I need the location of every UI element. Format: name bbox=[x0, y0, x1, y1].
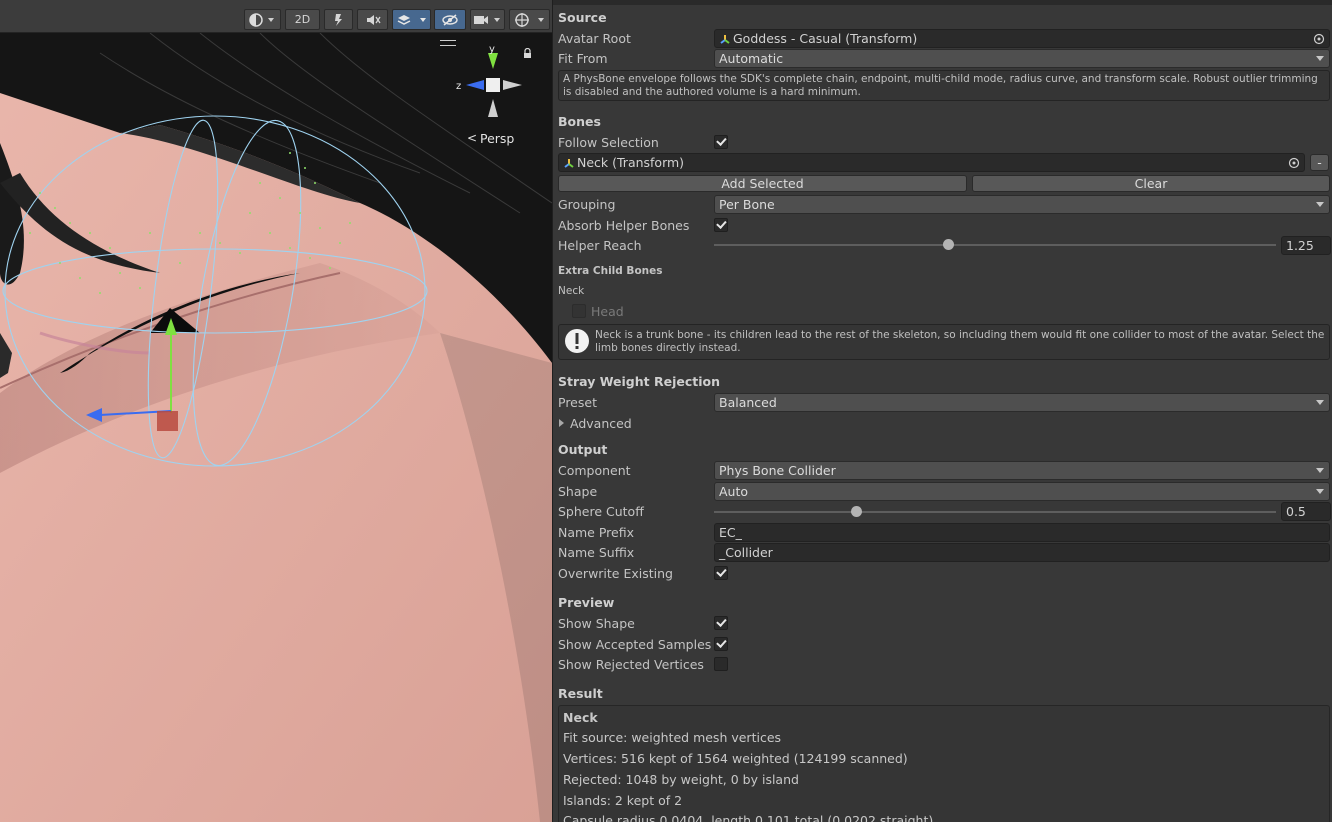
helper-reach-slider-thumb[interactable] bbox=[943, 239, 954, 250]
result-header: Result bbox=[558, 686, 603, 701]
camera-icon bbox=[473, 15, 500, 24]
helper-reach-slider[interactable] bbox=[714, 244, 1276, 246]
object-picker-icon[interactable] bbox=[1286, 155, 1302, 171]
lock-icon[interactable] bbox=[523, 48, 532, 59]
scene-viewport[interactable]: y z bbox=[0, 33, 552, 822]
orient-center-cube[interactable] bbox=[486, 78, 500, 92]
audio-toggle-button[interactable] bbox=[357, 9, 388, 30]
shape-label: Shape bbox=[558, 483, 598, 499]
transform-icon bbox=[719, 33, 731, 45]
sphere-cutoff-input[interactable]: 0.5 bbox=[1281, 502, 1331, 521]
show-rejected-checkbox[interactable] bbox=[714, 657, 728, 671]
chevron-down-icon bbox=[1316, 400, 1324, 405]
avatar-root-label: Avatar Root bbox=[558, 30, 631, 46]
gizmos-button[interactable] bbox=[509, 9, 550, 30]
preview-header: Preview bbox=[558, 595, 615, 610]
shading-mode-button[interactable] bbox=[244, 9, 281, 30]
show-rejected-label: Show Rejected Vertices bbox=[558, 656, 704, 672]
result-line: Rejected: 1048 by weight, 0 by island bbox=[563, 772, 799, 787]
result-title: Neck bbox=[563, 710, 598, 725]
sphere-cutoff-slider-thumb[interactable] bbox=[851, 506, 862, 517]
fit-from-dropdown[interactable]: Automatic bbox=[714, 49, 1330, 68]
output-header: Output bbox=[558, 442, 608, 457]
lighting-toggle-button[interactable] bbox=[324, 9, 353, 30]
layers-icon bbox=[397, 14, 426, 25]
extra-child-header: Extra Child Bones bbox=[558, 265, 663, 277]
show-shape-checkbox[interactable] bbox=[714, 616, 728, 630]
camera-settings-button[interactable] bbox=[470, 9, 505, 30]
chevron-down-icon bbox=[1316, 468, 1324, 473]
eye-slash-icon bbox=[442, 13, 458, 26]
add-selected-button[interactable]: Add Selected bbox=[558, 175, 967, 192]
gizmo-x-handle[interactable] bbox=[157, 411, 178, 431]
follow-selection-label: Follow Selection bbox=[558, 134, 659, 150]
extra-child-parent-label: Neck bbox=[558, 285, 585, 297]
overwrite-existing-checkbox[interactable] bbox=[714, 566, 728, 580]
preset-label: Preset bbox=[558, 394, 597, 410]
bone-list-item[interactable]: Neck (Transform) bbox=[558, 153, 1305, 172]
persp-arrow-icon: < bbox=[467, 131, 478, 145]
source-header: Source bbox=[558, 10, 607, 25]
component-dropdown[interactable]: Phys Bone Collider bbox=[714, 461, 1330, 480]
audio-muted-icon bbox=[366, 14, 381, 25]
preset-dropdown[interactable]: Balanced bbox=[714, 393, 1330, 412]
helper-reach-input[interactable]: 1.25 bbox=[1281, 236, 1331, 255]
effects-toggle-button[interactable] bbox=[392, 9, 431, 30]
transform-icon bbox=[563, 157, 575, 169]
chevron-down-icon bbox=[1316, 489, 1324, 494]
result-line: Fit source: weighted mesh vertices bbox=[563, 730, 782, 745]
shading-sphere-icon bbox=[248, 12, 274, 27]
chevron-down-icon bbox=[1316, 202, 1324, 207]
show-accepted-checkbox[interactable] bbox=[714, 637, 728, 651]
object-picker-icon[interactable] bbox=[1311, 31, 1327, 47]
clear-button[interactable]: Clear bbox=[972, 175, 1330, 192]
fit-from-label: Fit From bbox=[558, 50, 608, 66]
result-line: Vertices: 516 kept of 1564 weighted (124… bbox=[563, 751, 908, 766]
hidden-objects-toggle-button[interactable] bbox=[434, 9, 466, 30]
component-label: Component bbox=[558, 462, 631, 478]
name-prefix-label: Name Prefix bbox=[558, 524, 634, 540]
shape-dropdown[interactable]: Auto bbox=[714, 482, 1330, 501]
scene-view[interactable]: 2D y z < Persp bbox=[0, 0, 552, 822]
gizmo-menu-icon[interactable] bbox=[440, 40, 456, 46]
extra-child-head-checkbox[interactable] bbox=[572, 304, 586, 318]
name-suffix-input[interactable]: _Collider bbox=[714, 543, 1330, 562]
result-line: Islands: 2 kept of 2 bbox=[563, 793, 683, 808]
result-line: Capsule radius 0.0404, length 0.101 tota… bbox=[563, 813, 934, 822]
projection-toggle[interactable]: Persp bbox=[480, 131, 514, 146]
2d-toggle-button[interactable]: 2D bbox=[285, 9, 320, 30]
orient-y-label: y bbox=[489, 44, 495, 55]
result-box: Neck Fit source: weighted mesh vertices … bbox=[558, 705, 1330, 822]
orient-z-label: z bbox=[456, 81, 461, 92]
sphere-cutoff-label: Sphere Cutoff bbox=[558, 503, 644, 519]
source-help-box: A PhysBone envelope follows the SDK's co… bbox=[558, 70, 1330, 101]
grouping-label: Grouping bbox=[558, 196, 616, 212]
gizmo-globe-icon bbox=[514, 12, 544, 27]
show-accepted-label: Show Accepted Samples bbox=[558, 636, 712, 652]
name-prefix-input[interactable]: EC_ bbox=[714, 523, 1330, 542]
avatar-root-field[interactable]: Goddess - Casual (Transform) bbox=[714, 29, 1330, 48]
trunk-bone-warning: Neck is a trunk bone - its children lead… bbox=[558, 324, 1330, 360]
warning-icon bbox=[565, 329, 589, 353]
chevron-down-icon bbox=[1316, 56, 1324, 61]
inspector-tab-strip bbox=[553, 0, 1332, 5]
advanced-foldout[interactable]: Advanced bbox=[558, 413, 632, 433]
overwrite-existing-label: Overwrite Existing bbox=[558, 565, 673, 581]
grouping-dropdown[interactable]: Per Bone bbox=[714, 195, 1330, 214]
inspector-panel: Source Avatar Root Goddess - Casual (Tra… bbox=[552, 0, 1332, 822]
chevron-right-icon bbox=[559, 419, 564, 427]
show-shape-label: Show Shape bbox=[558, 615, 635, 631]
bones-header: Bones bbox=[558, 114, 601, 129]
extra-child-head-label: Head bbox=[591, 303, 624, 319]
name-suffix-label: Name Suffix bbox=[558, 544, 635, 560]
scene-toolbar: 2D bbox=[0, 6, 552, 33]
follow-selection-checkbox[interactable] bbox=[714, 135, 728, 149]
sphere-cutoff-slider[interactable] bbox=[714, 511, 1276, 513]
light-bulb-icon bbox=[334, 13, 342, 26]
remove-bone-button[interactable]: - bbox=[1310, 154, 1329, 171]
stray-weight-header: Stray Weight Rejection bbox=[558, 374, 720, 389]
absorb-helper-checkbox[interactable] bbox=[714, 218, 728, 232]
helper-reach-label: Helper Reach bbox=[558, 237, 642, 253]
absorb-helper-label: Absorb Helper Bones bbox=[558, 217, 690, 233]
